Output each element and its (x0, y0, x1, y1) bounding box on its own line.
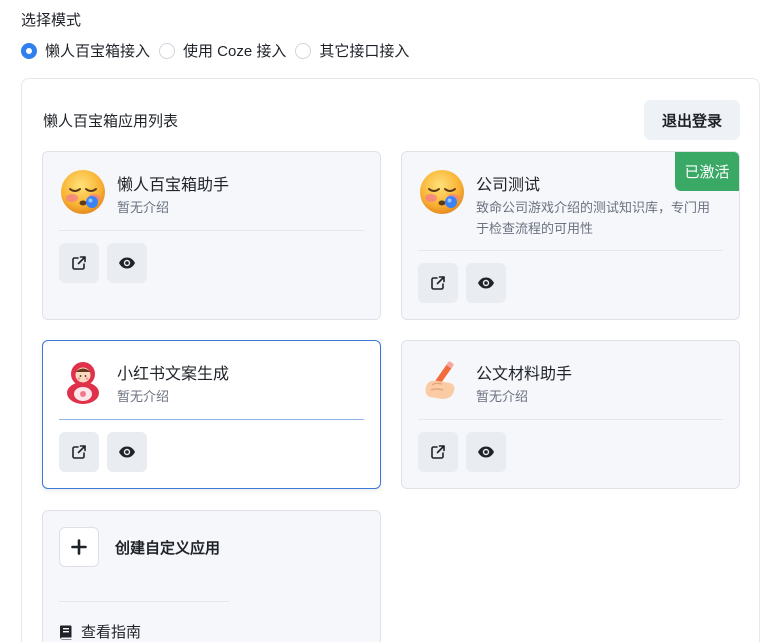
eye-icon (478, 446, 494, 458)
app-name: 公司测试 (476, 177, 541, 194)
card-divider (59, 419, 364, 420)
radio-label: 使用 Coze 接入 (183, 43, 287, 60)
app-name: 懒人百宝箱助手 (117, 177, 230, 194)
app-card[interactable]: 公文材料助手 暂无介绍 (401, 340, 740, 489)
open-external-button[interactable] (59, 243, 99, 283)
view-guide-label: 查看指南 (81, 624, 142, 641)
app-card[interactable]: 小红书文案生成 暂无介绍 (42, 340, 381, 489)
eye-icon (119, 446, 135, 458)
app-description: 暂无介绍 (117, 389, 170, 404)
app-card[interactable]: 懒人百宝箱助手 暂无介绍 (42, 151, 381, 320)
preview-button[interactable] (466, 263, 506, 303)
sleepy-face-icon (420, 170, 464, 214)
app-name: 小红书文案生成 (117, 366, 230, 383)
view-guide-link[interactable]: 查看指南 (59, 621, 141, 642)
radio-unchecked-icon[interactable] (295, 42, 312, 59)
external-link-icon (431, 276, 445, 290)
app-description: 致命公司游戏介绍的测试知识库，专门用于检查流程的可用性 (476, 200, 711, 236)
mode-title: 选择模式 (21, 12, 82, 29)
radio-checked-icon[interactable] (21, 42, 37, 59)
radio-option-coze[interactable]: 使用 Coze 接入 (159, 40, 286, 61)
plus-icon (71, 539, 87, 555)
create-divider (59, 601, 229, 602)
eye-icon (478, 277, 494, 289)
book-icon (60, 625, 72, 639)
create-app-label: 创建自定义应用 (115, 540, 221, 557)
create-app-card[interactable]: 创建自定义应用 查看指南 (42, 510, 381, 642)
app-description: 暂无介绍 (476, 389, 529, 404)
card-divider (418, 250, 723, 251)
open-external-button[interactable] (418, 263, 458, 303)
radio-option-lazybox[interactable]: 懒人百宝箱接入 (21, 40, 150, 61)
writing-hand-icon (425, 361, 455, 399)
app-list-panel: 懒人百宝箱应用列表 退出登录 懒人百宝箱助手 暂无介绍 已激活 公司测试 致命公… (21, 78, 760, 642)
sleepy-face-icon (61, 170, 105, 214)
app-description: 暂无介绍 (117, 200, 170, 215)
active-badge: 已激活 (675, 152, 739, 191)
preview-button[interactable] (466, 432, 506, 472)
app-name: 公文材料助手 (476, 366, 573, 383)
radio-label: 懒人百宝箱接入 (45, 43, 151, 60)
eye-icon (119, 257, 135, 269)
external-link-icon (431, 445, 445, 459)
external-link-icon (72, 256, 86, 270)
preview-button[interactable] (107, 243, 147, 283)
open-external-button[interactable] (418, 432, 458, 472)
radio-option-other[interactable]: 其它接口接入 (295, 40, 409, 61)
card-divider (59, 230, 364, 231)
app-card[interactable]: 已激活 公司测试 致命公司游戏介绍的测试知识库，专门用于检查流程的可用性 (401, 151, 740, 320)
preview-button[interactable] (107, 432, 147, 472)
radio-label: 其它接口接入 (319, 43, 410, 60)
open-external-button[interactable] (59, 432, 99, 472)
create-app-button[interactable] (59, 527, 99, 567)
card-divider (418, 419, 723, 420)
mode-radio-group: 懒人百宝箱接入 使用 Coze 接入 其它接口接入 (21, 40, 418, 61)
logout-button[interactable]: 退出登录 (644, 100, 740, 140)
radio-unchecked-icon[interactable] (159, 42, 176, 59)
panel-title: 懒人百宝箱应用列表 (43, 113, 179, 130)
external-link-icon (72, 445, 86, 459)
nesting-doll-icon (67, 362, 99, 404)
